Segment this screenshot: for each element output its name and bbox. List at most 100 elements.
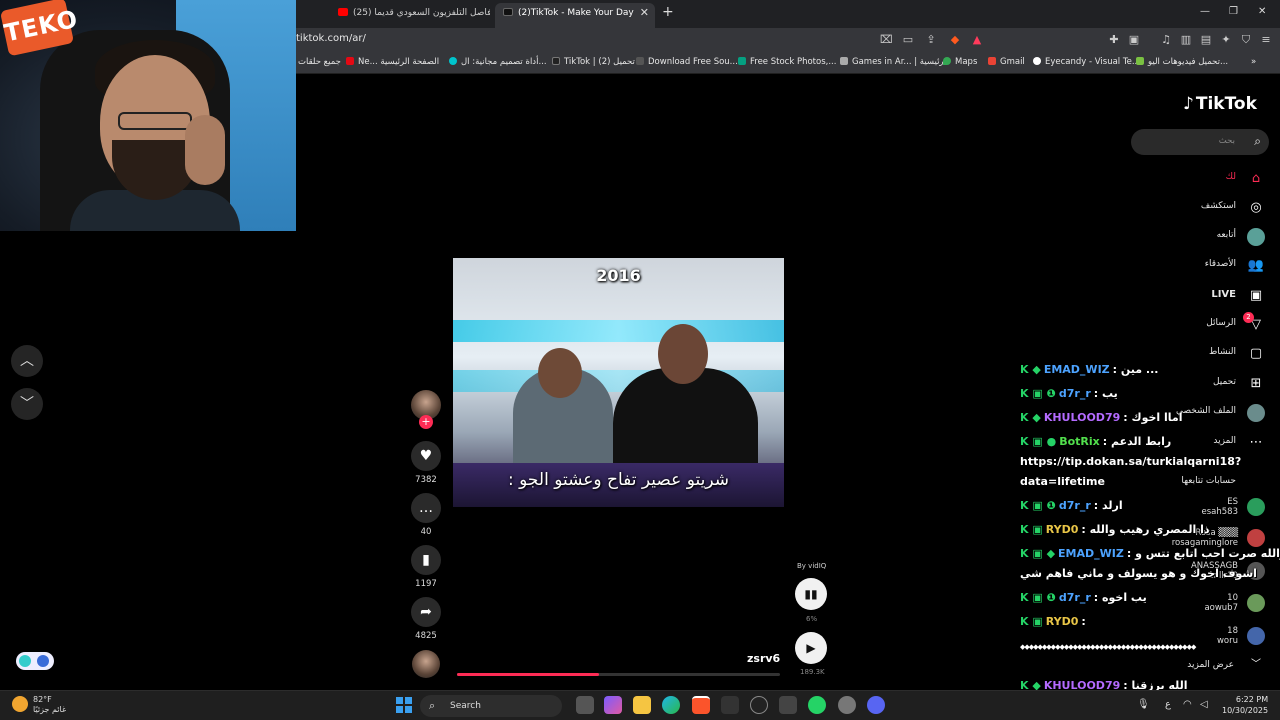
file-explorer-icon[interactable] (633, 696, 651, 714)
bookmark-item[interactable]: أداة تصميم مجانية: ال... (449, 57, 547, 67)
chat-username: d7r_r (1058, 591, 1091, 604)
search-input[interactable]: بحث ⌕ (1131, 129, 1269, 155)
video-player[interactable]: 2016 شريتو عصير تفاح وعشتو الجو : (453, 258, 784, 507)
bookmark-item[interactable]: Gmail (988, 57, 1025, 67)
video-author[interactable]: zsrv6 (747, 652, 780, 665)
vpn-icon[interactable]: ⛉ (1240, 34, 1252, 46)
comment-icon[interactable]: … (411, 493, 441, 523)
screenshot-icon[interactable]: ▣ (1128, 34, 1140, 46)
bookmark-item[interactable]: تحميل فيديوهات اليو... (1136, 57, 1228, 67)
network-icon[interactable]: ◠ (1183, 699, 1192, 710)
bookmarks-overflow-icon[interactable]: » (1251, 57, 1256, 67)
discord-icon[interactable] (867, 696, 885, 714)
menu-icon[interactable]: ≡ (1260, 34, 1272, 46)
brave-rewards-icon[interactable]: ▲ (971, 34, 983, 46)
chevron-up-icon: ︿ (20, 353, 34, 369)
cast-icon[interactable]: ▭ (902, 34, 914, 46)
activity-icon[interactable]: ▢ (1247, 345, 1265, 363)
previous-video-button[interactable]: ︿ (11, 345, 43, 377)
bookmark-item[interactable]: TikTok | تحميل (2) (552, 57, 635, 67)
edge-icon[interactable] (662, 696, 680, 714)
save-action[interactable]: ▮ 1197 (409, 545, 443, 589)
extension-toggle[interactable] (16, 652, 54, 670)
music-disc-avatar[interactable] (412, 650, 440, 678)
wallet-icon[interactable]: ▤ (1200, 34, 1212, 46)
next-video-button[interactable]: ﹀ (11, 388, 43, 420)
bookmark-item[interactable]: Games in Ar... | رئيسية (840, 57, 944, 67)
share-arrow-icon[interactable]: ➦ (411, 597, 441, 627)
video-overlay-year: 2016 (596, 266, 641, 285)
like-action[interactable]: ♥ 7382 (409, 441, 443, 485)
video-progress-bar[interactable] (457, 673, 780, 676)
copilot-icon[interactable] (604, 696, 622, 714)
bookmark-icon[interactable]: ▮ (411, 545, 441, 575)
app-icon[interactable] (779, 696, 797, 714)
minimize-icon[interactable]: — (1200, 6, 1210, 17)
bookmark-item[interactable]: Free Stock Photos,... (738, 57, 836, 67)
tab-close-icon[interactable]: ✕ (640, 3, 649, 23)
gmail-icon (988, 57, 996, 65)
sidebar-item-label[interactable]: الأصدقاء (1205, 259, 1236, 269)
bookmark-item[interactable]: Download Free Sou... (636, 57, 738, 67)
bookmark-item[interactable]: جميع حلقات (298, 57, 341, 67)
bookmark-item[interactable]: Maps (943, 57, 977, 67)
language-icon[interactable]: ع (1165, 699, 1171, 710)
sidebar-item-label[interactable]: لك (1226, 172, 1236, 182)
sidebar-toggle-icon[interactable]: ▥ (1180, 34, 1192, 46)
new-tab-icon[interactable]: + (662, 4, 674, 20)
sidebar-item-label[interactable]: LIVE (1211, 289, 1236, 300)
chat-text: : ارلد (1093, 499, 1123, 512)
brave-browser-icon[interactable] (692, 696, 710, 714)
sidebar-item-label[interactable]: النشاط (1209, 347, 1236, 357)
clock[interactable]: 6:22 PM 10/30/2025 (1222, 694, 1268, 716)
no-translate-icon[interactable]: ⌧ (880, 34, 893, 46)
heart-icon[interactable]: ♥ (411, 441, 441, 471)
store-icon[interactable] (721, 696, 739, 714)
extensions-icon[interactable]: ✚ (1108, 34, 1120, 46)
brave-shield-icon[interactable]: ◆ (949, 34, 961, 46)
whatsapp-icon[interactable] (808, 696, 826, 714)
comment-action[interactable]: … 40 (409, 493, 443, 537)
search-icon[interactable]: ⌕ (1254, 134, 1261, 149)
bar-chart-icon: ▮▮ (804, 587, 818, 601)
task-view-icon[interactable] (576, 696, 594, 714)
following-avatar-icon[interactable]: ● (1247, 228, 1265, 246)
taskbar-search[interactable]: ⌕ Search (420, 695, 562, 717)
settings-icon[interactable] (838, 696, 856, 714)
sidebar-item-label[interactable]: الرسائل (1206, 318, 1236, 328)
close-window-icon[interactable]: ✕ (1258, 6, 1266, 17)
share-action[interactable]: ➦ 4825 (409, 597, 443, 641)
compass-icon[interactable]: ◎ (1247, 199, 1265, 217)
bookmark-item[interactable]: Ne... الصفحة الرئيسية (346, 57, 439, 67)
tab-tiktok[interactable]: (2)TikTok - Make Your Day ✕ (495, 3, 655, 28)
chat-text: : ذا المصري رهيب والله (1081, 523, 1210, 536)
restore-icon[interactable]: ❐ (1229, 6, 1238, 17)
sidebar-item-label[interactable]: أتابعه (1217, 230, 1236, 240)
video-subtitle: شريتو عصير تفاح وعشتو الجو : (508, 470, 729, 490)
chat-text: : (1081, 615, 1086, 628)
friends-icon[interactable]: 👥 (1247, 257, 1265, 275)
start-button[interactable] (396, 697, 412, 713)
chat-text: : والله صرت احب اتابع تتس و (1126, 547, 1280, 560)
sidebar-item-label[interactable]: استكشف (1201, 201, 1236, 211)
obs-icon[interactable] (750, 696, 768, 714)
media-icon[interactable]: ♫ (1160, 34, 1172, 46)
chat-message: K ▣ ❶ d7r_r: يب (1020, 387, 1118, 400)
chat-message: https://tip.dokan.sa/turkialqarni18? (1020, 455, 1241, 468)
share-icon[interactable]: ⇪ (925, 34, 937, 46)
microphone-icon[interactable]: 🎙 (1137, 699, 1150, 710)
volume-icon[interactable]: ◁ (1200, 699, 1208, 710)
live-icon[interactable]: ▣ (1247, 287, 1265, 305)
play-button[interactable]: ▶ (795, 632, 827, 664)
leo-ai-icon[interactable]: ✦ (1220, 34, 1232, 46)
tab-youtube[interactable]: (25) فاصل التلفزيون السعودي قديما - ... (330, 3, 490, 28)
chat-badges-icon: K ▣ ● (1020, 435, 1057, 448)
url-field[interactable]: tiktok.com/ar/ (296, 33, 366, 44)
bookmark-item[interactable]: Eyecandy - Visual Te... (1033, 57, 1140, 67)
tiktok-logo[interactable]: ♪ TikTok (1183, 94, 1257, 114)
home-icon[interactable]: ⌂ (1247, 170, 1265, 188)
eyecandy-icon (1033, 57, 1041, 65)
vidiq-stats-button[interactable]: ▮▮ (795, 578, 827, 610)
chat-message: K ▣ ● BotRix: رابط الدعم (1020, 435, 1171, 448)
follow-plus-icon[interactable]: + (419, 415, 433, 429)
